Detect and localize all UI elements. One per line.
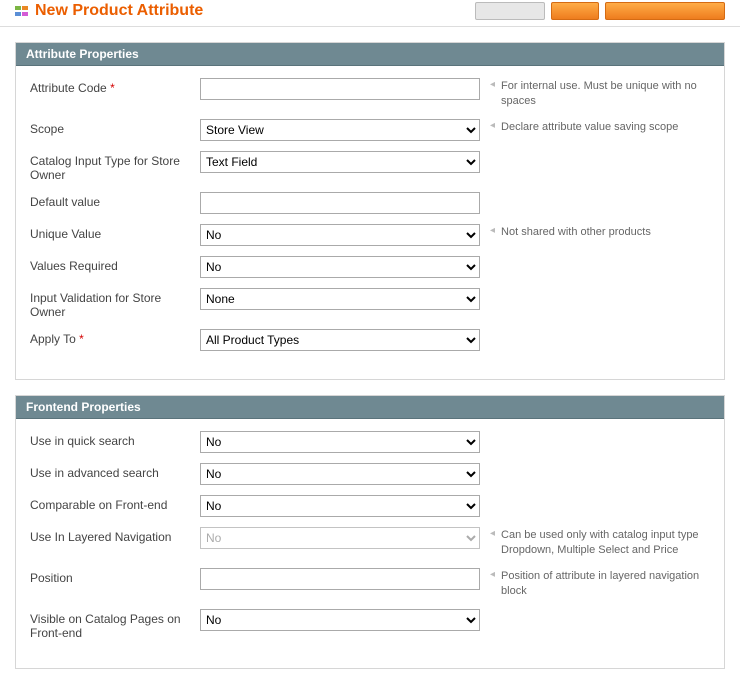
field-input-validation: Input Validation for Store Owner None — [30, 288, 710, 319]
label-comparable: Comparable on Front-end — [30, 495, 200, 512]
label-unique-value: Unique Value — [30, 224, 200, 241]
label-default-value: Default value — [30, 192, 200, 209]
hint-arrow-icon: ◂ — [490, 224, 495, 238]
field-default-value: Default value — [30, 192, 710, 214]
save-attribute-button[interactable] — [605, 2, 725, 20]
field-visible-catalog: Visible on Catalog Pages on Front-end No — [30, 609, 710, 640]
attribute-properties-panel: Attribute Properties Attribute Code * ◂ … — [15, 42, 725, 380]
label-adv-search: Use in advanced search — [30, 463, 200, 480]
hint-text: Declare attribute value saving scope — [501, 119, 678, 135]
reset-button[interactable] — [551, 2, 599, 20]
page-header: New Product Attribute — [0, 0, 740, 27]
frontend-properties-panel: Frontend Properties Use in quick search … — [15, 395, 725, 669]
input-default-value[interactable] — [200, 192, 480, 214]
select-comparable[interactable]: No — [200, 495, 480, 517]
field-unique-value: Unique Value No ◂ Not shared with other … — [30, 224, 710, 246]
page-title: New Product Attribute — [35, 2, 469, 20]
label-text: Attribute Code — [30, 81, 107, 95]
hint-arrow-icon: ◂ — [490, 78, 495, 92]
back-button[interactable] — [475, 2, 545, 20]
select-scope[interactable]: Store View — [200, 119, 480, 141]
select-layered-nav: No — [200, 527, 480, 549]
label-visible-catalog: Visible on Catalog Pages on Front-end — [30, 609, 200, 640]
hint-text: Position of attribute in layered navigat… — [501, 568, 710, 599]
select-input-type[interactable]: Text Field — [200, 151, 480, 173]
select-unique-value[interactable]: No — [200, 224, 480, 246]
field-layered-nav: Use In Layered Navigation No ◂ Can be us… — [30, 527, 710, 558]
frontend-properties-header: Frontend Properties — [16, 396, 724, 419]
label-quick-search: Use in quick search — [30, 431, 200, 448]
field-quick-search: Use in quick search No — [30, 431, 710, 453]
hint-layered-nav: ◂ Can be used only with catalog input ty… — [480, 527, 710, 558]
label-position: Position — [30, 568, 200, 585]
field-apply-to: Apply To * All Product Types — [30, 329, 710, 351]
label-text: Apply To — [30, 332, 76, 346]
select-apply-to[interactable]: All Product Types — [200, 329, 480, 351]
field-comparable: Comparable on Front-end No — [30, 495, 710, 517]
hint-arrow-icon: ◂ — [490, 119, 495, 133]
hint-text: Can be used only with catalog input type… — [501, 527, 710, 558]
input-attribute-code[interactable] — [200, 78, 480, 100]
select-adv-search[interactable]: No — [200, 463, 480, 485]
input-position[interactable] — [200, 568, 480, 590]
label-attribute-code: Attribute Code * — [30, 78, 200, 95]
required-marker: * — [79, 332, 84, 346]
required-marker: * — [110, 81, 115, 95]
select-values-required[interactable]: No — [200, 256, 480, 278]
hint-attribute-code: ◂ For internal use. Must be unique with … — [480, 78, 710, 109]
field-adv-search: Use in advanced search No — [30, 463, 710, 485]
field-attribute-code: Attribute Code * ◂ For internal use. Mus… — [30, 78, 710, 109]
label-input-validation: Input Validation for Store Owner — [30, 288, 200, 319]
field-position: Position ◂ Position of attribute in laye… — [30, 568, 710, 599]
hint-scope: ◂ Declare attribute value saving scope — [480, 119, 710, 135]
hint-text: For internal use. Must be unique with no… — [501, 78, 710, 109]
field-values-required: Values Required No — [30, 256, 710, 278]
product-attribute-icon — [15, 4, 29, 18]
label-apply-to: Apply To * — [30, 329, 200, 346]
label-layered-nav: Use In Layered Navigation — [30, 527, 200, 544]
field-input-type: Catalog Input Type for Store Owner Text … — [30, 151, 710, 182]
hint-arrow-icon: ◂ — [490, 527, 495, 541]
select-input-validation[interactable]: None — [200, 288, 480, 310]
label-scope: Scope — [30, 119, 200, 136]
select-visible-catalog[interactable]: No — [200, 609, 480, 631]
hint-text: Not shared with other products — [501, 224, 651, 240]
attribute-properties-header: Attribute Properties — [16, 43, 724, 66]
select-quick-search[interactable]: No — [200, 431, 480, 453]
attribute-properties-body: Attribute Code * ◂ For internal use. Mus… — [16, 66, 724, 379]
label-values-required: Values Required — [30, 256, 200, 273]
hint-position: ◂ Position of attribute in layered navig… — [480, 568, 710, 599]
hint-arrow-icon: ◂ — [490, 568, 495, 582]
hint-unique-value: ◂ Not shared with other products — [480, 224, 710, 240]
frontend-properties-body: Use in quick search No Use in advanced s… — [16, 419, 724, 668]
field-scope: Scope Store View ◂ Declare attribute val… — [30, 119, 710, 141]
label-input-type: Catalog Input Type for Store Owner — [30, 151, 200, 182]
